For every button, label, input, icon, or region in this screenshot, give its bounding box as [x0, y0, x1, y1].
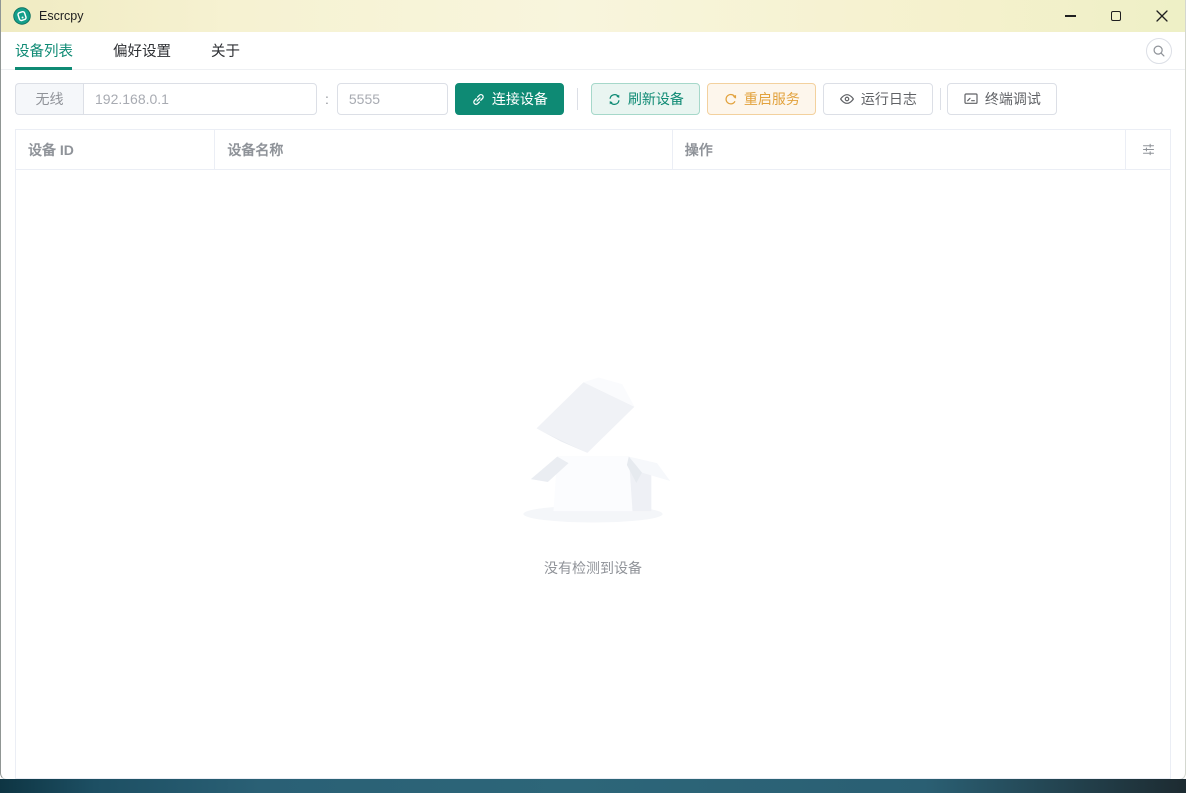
column-label: 设备名称 — [227, 141, 284, 158]
tab-bar: 设备列表 偏好设置 关于 — [1, 32, 1185, 70]
column-label: 设备 ID — [28, 141, 74, 158]
column-settings-button[interactable] — [1126, 130, 1170, 169]
refresh-right-icon — [725, 93, 736, 104]
tab-label: 关于 — [211, 44, 240, 60]
port-input[interactable] — [336, 83, 448, 115]
minimize-button[interactable] — [1047, 0, 1093, 32]
sliders-icon — [1142, 143, 1154, 156]
app-window: Escrcpy 设备列表 偏好设置 关于 无线 192.168.0.1: 55… — [0, 0, 1186, 780]
device-table: 设备 ID 设备名称 操作 没有检测到设备 — [15, 129, 1171, 779]
wireless-address-group: 无线 — [15, 83, 317, 115]
ip-address-input[interactable] — [83, 83, 317, 115]
refresh-devices-label: 刷新设备 — [627, 91, 684, 107]
active-tab-indicator — [15, 67, 72, 70]
app-title: Escrcpy — [39, 9, 84, 23]
column-header-operations: 操作 — [673, 130, 1127, 169]
eye-icon — [839, 94, 854, 104]
toolbar-divider — [576, 88, 578, 110]
empty-state-text: 没有检测到设备 — [544, 560, 642, 576]
tab-about[interactable]: 关于 — [191, 32, 260, 69]
wireless-label: 无线 — [15, 83, 83, 115]
search-icon — [1153, 44, 1165, 57]
close-button[interactable] — [1139, 0, 1185, 32]
connect-device-button[interactable]: 连接设备 — [454, 83, 564, 115]
toolbar-divider — [939, 88, 941, 110]
app-logo-icon — [13, 7, 31, 25]
search-button[interactable] — [1146, 37, 1172, 64]
desktop-taskbar-strip — [0, 779, 1186, 793]
column-label: 操作 — [684, 141, 713, 158]
column-header-device-name: 设备名称 — [215, 130, 673, 169]
device-table-body: 没有检测到设备 — [16, 170, 1170, 778]
restart-service-button[interactable]: 重启服务 — [706, 83, 816, 115]
maximize-button[interactable] — [1093, 0, 1139, 32]
terminal-debug-label: 终端调试 — [984, 91, 1041, 107]
empty-box-illustration — [523, 377, 671, 523]
connect-device-label: 连接设备 — [491, 91, 548, 107]
device-table-header: 设备 ID 设备名称 操作 — [16, 130, 1170, 170]
titlebar: Escrcpy — [1, 0, 1185, 32]
refresh-icon — [609, 93, 620, 105]
maximize-icon — [1111, 11, 1121, 21]
refresh-devices-button[interactable]: 刷新设备 — [590, 83, 700, 115]
run-logs-label: 运行日志 — [860, 91, 917, 107]
monitor-icon — [964, 93, 978, 104]
minimize-icon — [1064, 15, 1076, 17]
tab-label: 设备列表 — [15, 44, 73, 60]
restart-service-label: 重启服务 — [743, 91, 800, 107]
tab-label: 偏好设置 — [113, 44, 171, 60]
tab-preferences[interactable]: 偏好设置 — [93, 32, 191, 69]
window-controls — [1047, 0, 1185, 32]
address-port-separator: : — [325, 91, 329, 107]
terminal-debug-button[interactable]: 终端调试 — [946, 83, 1057, 115]
link-icon — [473, 93, 484, 105]
wireless-toolbar: 无线 : 连接设备 — [1, 70, 1185, 129]
column-header-device-id: 设备 ID — [16, 130, 216, 169]
close-icon — [1156, 10, 1168, 22]
run-logs-button[interactable]: 运行日志 — [822, 83, 933, 115]
tab-device-list[interactable]: 设备列表 — [15, 32, 93, 69]
